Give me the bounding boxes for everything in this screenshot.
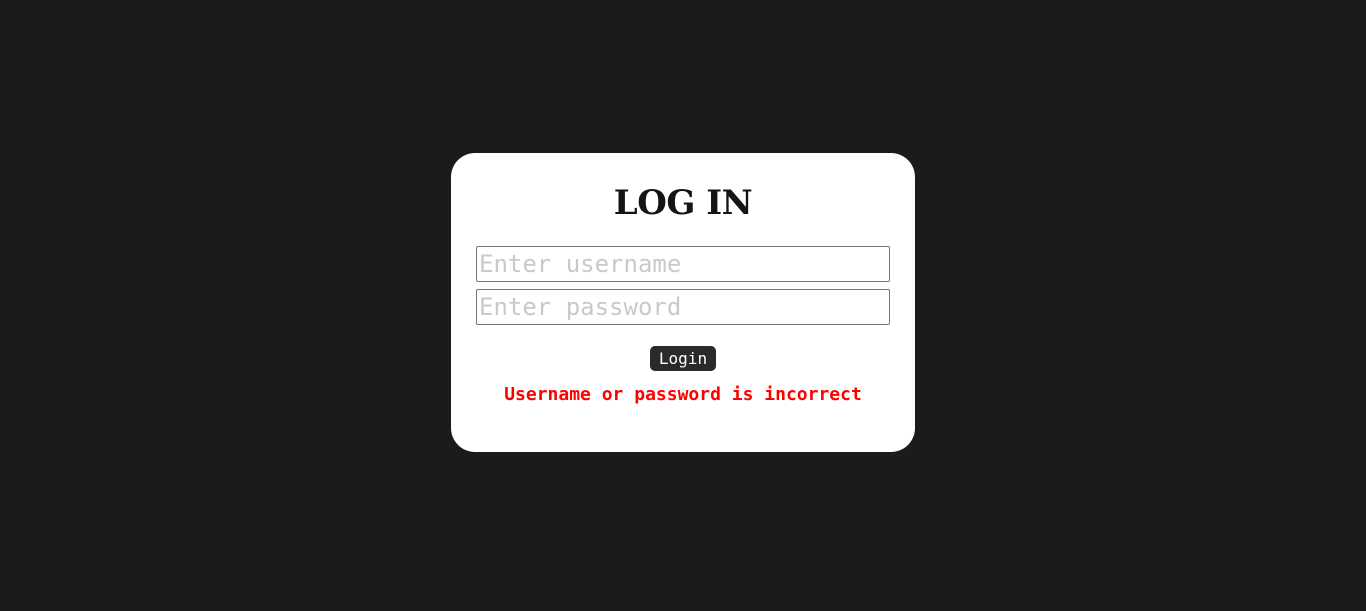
login-button[interactable]: Login: [650, 346, 716, 371]
login-page: LOG IN Login Username or password is inc…: [0, 0, 1366, 611]
error-message: Username or password is incorrect: [504, 384, 862, 405]
password-input[interactable]: [476, 289, 890, 325]
username-input[interactable]: [476, 246, 890, 282]
login-title: LOG IN: [613, 183, 753, 223]
